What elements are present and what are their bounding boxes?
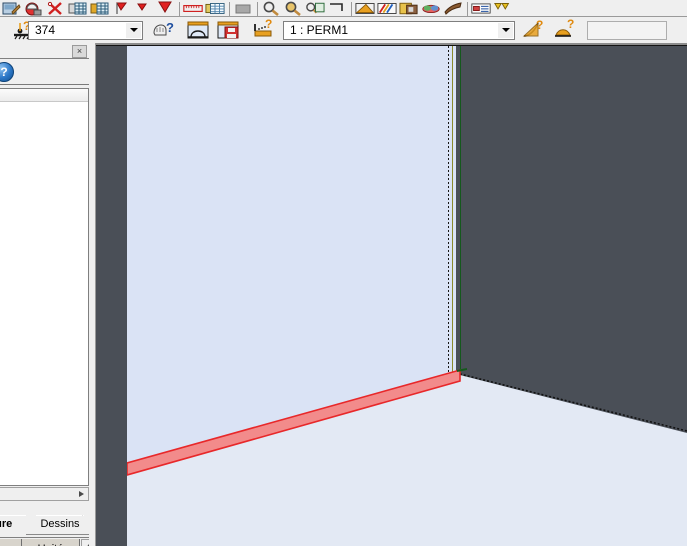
beam-support-help-icon[interactable]: ?	[251, 18, 277, 42]
units-grid-col-unite[interactable]: Unité	[22, 539, 80, 546]
structure-tree-header	[0, 89, 88, 102]
tab-structure[interactable]: cure	[0, 515, 26, 535]
toolbar-separator	[464, 2, 470, 16]
hand-help-icon[interactable]: ?	[151, 18, 177, 42]
corner-edge-olive	[452, 46, 453, 373]
flag-red-icon[interactable]	[111, 0, 131, 16]
scissors-icon[interactable]	[45, 0, 65, 16]
spreadsheet-icon[interactable]	[205, 0, 225, 16]
scroll-right-arrow-icon[interactable]	[75, 488, 88, 500]
flag-red-small-icon[interactable]	[133, 0, 153, 16]
zoom-out-icon[interactable]	[261, 0, 281, 16]
section-arch-icon[interactable]	[185, 18, 211, 42]
toolbar-separator	[176, 2, 182, 16]
table-copy-icon[interactable]	[67, 0, 87, 16]
svg-text:?: ?	[265, 19, 272, 31]
node-toolbar: ? 374 ? ? 1: PERM1 ? ?	[0, 17, 687, 44]
toolbar-separator	[254, 2, 260, 16]
toolbar-separator	[226, 2, 232, 16]
viewport-scene	[96, 43, 687, 546]
layers-icon[interactable]	[399, 0, 419, 16]
color-palette-icon[interactable]	[377, 0, 397, 16]
units-grid-col-blank[interactable]	[0, 539, 22, 546]
section-view-icon[interactable]	[355, 0, 375, 16]
zoom-in-icon[interactable]	[283, 0, 303, 16]
units-grid: Unité	[0, 537, 96, 546]
structure-browser-panel: × ? cure Dessins Unité	[0, 43, 96, 546]
extra-value-field[interactable]	[587, 20, 667, 40]
panel-tabstrip: cure Dessins	[0, 505, 96, 535]
table-paste-icon[interactable]	[89, 0, 109, 16]
floor-edge-right	[456, 372, 687, 432]
corner-edge-green	[460, 46, 461, 373]
load-case-value: 1 : PERM1	[290, 23, 349, 37]
help-blue-ball-icon[interactable]: ?	[0, 62, 14, 82]
scene-left-dark-band	[110, 46, 128, 546]
support-help-icon[interactable]: ?	[553, 18, 579, 42]
application-window: ? 374 ? ? 1: PERM1 ? ? × ? re Dessins	[0, 0, 687, 546]
tab-dessins[interactable]: Dessins	[36, 515, 84, 535]
load-curve-help-icon[interactable]: ?	[521, 18, 547, 42]
node-number-dropdown-arrow[interactable]	[126, 22, 141, 38]
svg-text:?: ?	[536, 19, 543, 32]
flag-red-large-icon[interactable]	[155, 0, 175, 16]
corner-edge-dotted	[448, 46, 449, 373]
save-section-icon[interactable]	[215, 18, 241, 42]
zoom-window-icon[interactable]	[305, 0, 325, 16]
load-case-combo[interactable]: 1 : PERM1	[283, 20, 515, 40]
double-flag-icon[interactable]	[493, 0, 513, 16]
beam-green-edge	[456, 368, 467, 372]
toolbar-separator	[348, 2, 354, 16]
node-number-value: 374	[35, 23, 56, 37]
panel-titlebar: ×	[0, 43, 92, 59]
svg-text:?: ?	[166, 20, 174, 35]
units-grid-header-row: Unité	[0, 539, 80, 546]
corner-icon[interactable]	[327, 0, 347, 16]
grey-block-icon[interactable]	[233, 0, 253, 16]
save-render-icon[interactable]	[23, 0, 43, 16]
ruler-icon[interactable]	[183, 0, 203, 16]
paint-brush-icon[interactable]	[443, 0, 463, 16]
render-colors-icon[interactable]	[421, 0, 441, 16]
close-icon[interactable]: ×	[72, 45, 87, 58]
node-number-combo[interactable]: 374	[28, 20, 143, 40]
svg-text:?: ?	[567, 19, 574, 31]
structure-tree-list[interactable]	[0, 88, 89, 486]
panel-toolstrip: ?	[0, 59, 90, 85]
3d-model-viewport[interactable]	[96, 43, 687, 546]
properties-list-icon[interactable]	[471, 0, 491, 16]
load-case-dropdown-arrow[interactable]	[498, 22, 513, 38]
main-icon-toolbar	[0, 0, 687, 17]
panel-horizontal-scrollbar[interactable]	[0, 487, 89, 501]
open-drawing-icon[interactable]	[1, 0, 21, 16]
